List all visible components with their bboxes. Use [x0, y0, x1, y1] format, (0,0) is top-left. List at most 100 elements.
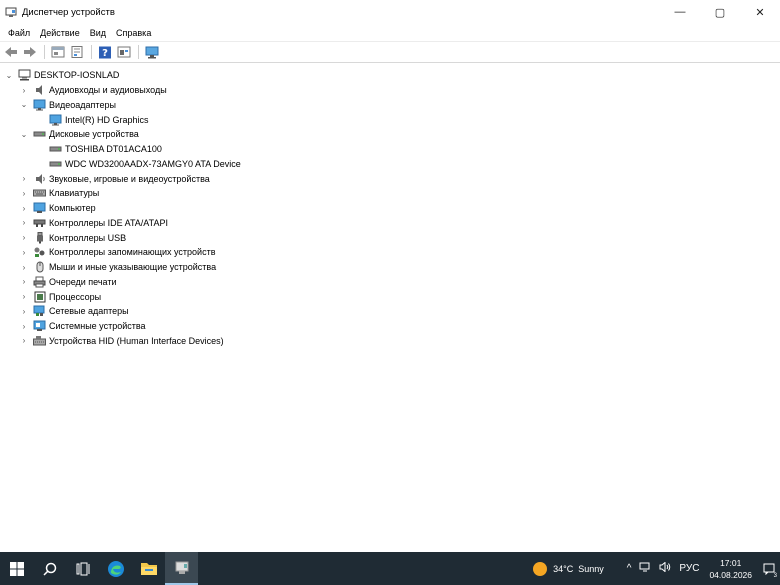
tree-item-mice[interactable]: › Мыши и иные указывающие устройства — [0, 260, 780, 275]
clock[interactable]: 17:01 04.08.2026 — [709, 557, 752, 581]
windows-logo-icon — [9, 561, 24, 576]
expand-chevron-icon[interactable]: › — [19, 174, 29, 184]
monitor-scan-icon[interactable] — [143, 43, 161, 61]
menu-view[interactable]: Вид — [85, 28, 111, 38]
expand-chevron-icon[interactable]: › — [19, 203, 29, 213]
expand-chevron-icon[interactable]: › — [19, 188, 29, 198]
computer-root-icon — [18, 69, 31, 81]
tree-child-label: TOSHIBA DT01ACA100 — [65, 144, 162, 155]
collapse-chevron-icon[interactable]: ⌄ — [19, 129, 29, 139]
ide-controller-icon — [33, 217, 46, 229]
tree-item-display-adapters[interactable]: ⌄ Видеоадаптеры — [0, 98, 780, 113]
minimize-button[interactable]: — — [660, 0, 700, 24]
expand-chevron-icon[interactable]: › — [19, 306, 29, 316]
tree-item-system-devices[interactable]: › Системные устройства — [0, 319, 780, 334]
tree-item-label: Очереди печати — [49, 276, 117, 287]
menu-action[interactable]: Действие — [35, 28, 85, 38]
mouse-icon — [33, 261, 46, 273]
toolbar: ? — [0, 41, 780, 63]
expand-chevron-icon[interactable]: › — [19, 218, 29, 228]
properties-pane-icon[interactable] — [49, 43, 67, 61]
close-button[interactable]: ✕ — [740, 0, 780, 24]
tree-item-label: Контроллеры IDE ATA/ATAPI — [49, 217, 168, 228]
tree-item-keyboards[interactable]: › Клавиатуры — [0, 186, 780, 201]
tree-item-label: Клавиатуры — [49, 188, 100, 199]
help-icon[interactable]: ? — [96, 43, 114, 61]
device-manager-task-button[interactable] — [165, 552, 198, 585]
volume-icon[interactable] — [659, 561, 671, 575]
tree-item-label: Устройства HID (Human Interface Devices) — [49, 335, 224, 346]
printer-icon — [33, 276, 46, 288]
clock-time: 17:01 — [720, 557, 742, 568]
computer-icon — [33, 202, 46, 214]
task-view-button[interactable] — [66, 552, 99, 585]
tree-child-label: WDC WD3200AADX-73AMGY0 ATA Device — [65, 158, 241, 169]
sound-icon — [33, 173, 46, 185]
tree-item-print-queues[interactable]: › Очереди печати — [0, 275, 780, 290]
view-icon[interactable] — [115, 43, 133, 61]
back-icon[interactable] — [2, 43, 20, 61]
title-bar[interactable]: Диспетчер устройств — ▢ ✕ — [0, 0, 780, 24]
tree-item-label: Системные устройства — [49, 321, 146, 332]
weather-widget[interactable]: 34°C Sunny — [533, 561, 609, 576]
menu-file[interactable]: Файл — [3, 28, 35, 38]
expand-chevron-icon[interactable]: › — [19, 233, 29, 243]
expand-chevron-icon[interactable]: › — [19, 247, 29, 257]
tree-item-disk-drives[interactable]: ⌄ Дисковые устройства — [0, 127, 780, 142]
svg-text:?: ? — [102, 48, 108, 59]
device-manager-app-icon — [5, 7, 17, 17]
expand-chevron-icon[interactable]: › — [19, 262, 29, 272]
weather-condition: Sunny — [578, 563, 604, 574]
tree-root[interactable]: ⌄ DESKTOP-IOSNLAD — [0, 68, 780, 83]
tree-item-sound[interactable]: › Звуковые, игровые и видеоустройства — [0, 171, 780, 186]
tree-child-item[interactable]: TOSHIBA DT01ACA100 — [0, 142, 780, 157]
search-button[interactable] — [33, 552, 66, 585]
expand-chevron-icon[interactable]: › — [19, 321, 29, 331]
device-manager-icon — [175, 561, 188, 574]
notification-count-badge: 3 — [773, 573, 777, 579]
keyboard-icon — [33, 187, 46, 199]
menu-help[interactable]: Справка — [111, 28, 156, 38]
tree-child-item[interactable]: WDC WD3200AADX-73AMGY0 ATA Device — [0, 157, 780, 172]
tree-item-label: Звуковые, игровые и видеоустройства — [49, 173, 210, 184]
tree-item-storage-controllers[interactable]: › Контроллеры запоминающих устройств — [0, 245, 780, 260]
file-explorer-button[interactable] — [132, 552, 165, 585]
expand-chevron-icon[interactable]: › — [19, 277, 29, 287]
tree-item-label: Процессоры — [49, 291, 102, 302]
maximize-button[interactable]: ▢ — [700, 0, 740, 24]
tree-item-label: Мыши и иные указывающие устройства — [49, 262, 217, 273]
start-button[interactable] — [0, 552, 33, 585]
window-controls: — ▢ ✕ — [660, 0, 780, 24]
disk-icon — [49, 158, 62, 170]
toolbar-separator — [91, 45, 92, 59]
tree-child-item[interactable]: Intel(R) HD Graphics — [0, 112, 780, 127]
expand-chevron-icon[interactable]: › — [19, 292, 29, 302]
forward-icon[interactable] — [21, 43, 39, 61]
collapse-chevron-icon[interactable]: ⌄ — [19, 100, 29, 110]
tree-item-processors[interactable]: › Процессоры — [0, 289, 780, 304]
edge-button[interactable] — [99, 552, 132, 585]
tree-item-usb[interactable]: › Контроллеры USB — [0, 230, 780, 245]
tree-item-computer[interactable]: › Компьютер — [0, 201, 780, 216]
search-icon — [42, 562, 56, 576]
properties-icon[interactable] — [68, 43, 86, 61]
chevron-up-icon[interactable]: ^ — [627, 563, 632, 574]
collapse-chevron-icon[interactable]: ⌄ — [4, 70, 14, 80]
expand-chevron-icon[interactable]: › — [19, 336, 29, 346]
tree-item-audio[interactable]: › Аудиовходы и аудиовыходы — [0, 83, 780, 98]
tree-item-label: Компьютер — [49, 203, 96, 214]
tree-item-network-adapters[interactable]: › Сетевые адаптеры — [0, 304, 780, 319]
tree-item-label: Дисковые устройства — [49, 129, 139, 140]
tree-item-label: Аудиовходы и аудиовыходы — [49, 85, 167, 96]
toolbar-separator — [138, 45, 139, 59]
device-tree[interactable]: ⌄ DESKTOP-IOSNLAD › Аудиовходы и аудиовы… — [0, 66, 780, 552]
language-indicator[interactable]: РУС — [679, 563, 699, 574]
network-icon[interactable] — [639, 562, 651, 575]
tree-item-hid[interactable]: › Устройства HID (Human Interface Device… — [0, 334, 780, 349]
expand-chevron-icon[interactable]: › — [19, 85, 29, 95]
notification-center-button[interactable]: 3 — [758, 552, 780, 585]
processor-icon — [33, 291, 46, 303]
tree-item-ide[interactable]: › Контроллеры IDE ATA/ATAPI — [0, 216, 780, 231]
window-title: Диспетчер устройств — [22, 6, 115, 18]
display-adapter-icon — [49, 114, 62, 126]
